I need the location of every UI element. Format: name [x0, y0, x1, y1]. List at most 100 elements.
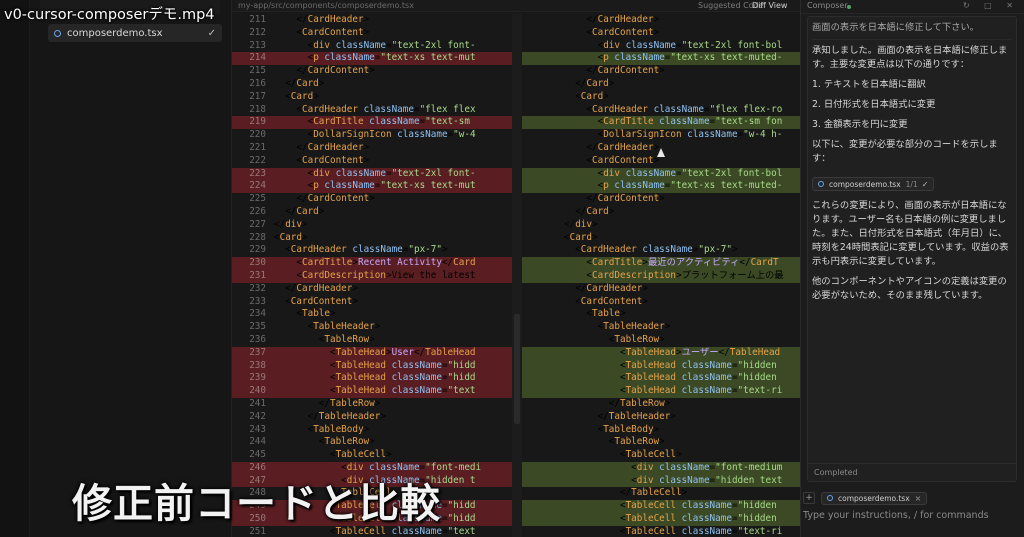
- code-line[interactable]: <Table>: [522, 308, 800, 321]
- code-line[interactable]: </TableHeader>: [522, 411, 800, 424]
- code-line[interactable]: <Card>: [522, 232, 800, 245]
- add-context-button[interactable]: +: [803, 492, 815, 504]
- code-line[interactable]: 242 </TableHeader>: [232, 411, 512, 424]
- code-line[interactable]: 245 <TableCell>: [232, 449, 512, 462]
- line-number: 226: [249, 205, 266, 217]
- code-line[interactable]: <p className="text-xs text-muted-: [522, 180, 800, 194]
- code-line[interactable]: <CardTitle className="text-sm fon: [522, 116, 800, 130]
- file-tab-composerdemo[interactable]: composerdemo.tsx ✓: [48, 24, 222, 42]
- code-text: <TableCell className="text-ri: [564, 525, 783, 537]
- code-line[interactable]: 228 <Card>: [232, 232, 512, 245]
- code-line[interactable]: 223 <div className="text-2xl font-: [232, 167, 512, 181]
- code-line[interactable]: <TableHead className="text-ri: [522, 385, 800, 398]
- context-file-chip[interactable]: composerdemo.tsx ×: [821, 491, 928, 505]
- code-line[interactable]: 236 <TableRow>: [232, 334, 512, 347]
- code-text: <TableCell>: [564, 449, 682, 461]
- code-line[interactable]: <TableRow>: [522, 334, 800, 347]
- code-line[interactable]: 222 <CardContent>: [232, 155, 512, 168]
- code-line[interactable]: <TableHead className="hidden: [522, 359, 800, 373]
- code-line[interactable]: 212 <CardContent>: [232, 27, 512, 40]
- diff-scrollbar[interactable]: [512, 14, 522, 537]
- composer-window-icons[interactable]: ↻ □ ✕: [963, 1, 1019, 10]
- code-line[interactable]: <TableCell className="text-ri: [522, 526, 800, 537]
- code-line[interactable]: 235 <TableHeader>: [232, 321, 512, 334]
- code-line[interactable]: 217 <Card>: [232, 91, 512, 104]
- code-line[interactable]: <TableCell className="hidden: [522, 513, 800, 526]
- suggested-code-pane[interactable]: </CardHeader> <CardContent> <div classNa…: [522, 14, 800, 537]
- code-line[interactable]: 244 <TableRow>: [232, 436, 512, 449]
- line-number: 217: [249, 90, 266, 102]
- code-line[interactable]: </Card>: [522, 78, 800, 91]
- code-line[interactable]: <TableRow>: [522, 436, 800, 449]
- code-line[interactable]: <div className="font-medium: [522, 461, 800, 475]
- close-icon[interactable]: ×: [915, 494, 922, 503]
- code-text: <CardDescription>プラットフォーム上の最: [564, 269, 784, 281]
- code-line[interactable]: 246 <div className="font-medi: [232, 461, 512, 475]
- code-line[interactable]: <CardHeader className="px-7">: [522, 244, 800, 257]
- code-line[interactable]: <p className="text-xs text-muted-: [522, 52, 800, 66]
- code-text: <p className="text-xs text-muted-: [564, 52, 783, 64]
- code-line[interactable]: <Card>: [522, 91, 800, 104]
- code-line[interactable]: </CardHeader>: [522, 283, 800, 296]
- code-line[interactable]: 233 <CardContent>: [232, 296, 512, 309]
- code-line[interactable]: <TableCell>: [522, 449, 800, 462]
- code-line[interactable]: 243 <TableBody>: [232, 424, 512, 437]
- code-line[interactable]: <div className="text-2xl font-bol: [522, 40, 800, 53]
- code-line[interactable]: 215 </CardContent>: [232, 65, 512, 78]
- code-line[interactable]: 240 <TableHead className="text: [232, 385, 512, 398]
- code-line[interactable]: <DollarSignIcon className="w-4 h-: [522, 129, 800, 142]
- code-line[interactable]: </div>: [522, 219, 800, 232]
- code-line[interactable]: 224 <p className="text-xs text-mut: [232, 180, 512, 194]
- code-line[interactable]: </CardContent>: [522, 65, 800, 78]
- code-line[interactable]: 237 <TableHead>User</TableHead: [232, 346, 512, 360]
- code-text: <div className="hidden text: [564, 474, 783, 486]
- line-number: 228: [249, 231, 266, 243]
- code-line[interactable]: <TableHead>ユーザー</TableHead: [522, 346, 800, 360]
- code-text: </TableRow>: [564, 397, 671, 409]
- code-line[interactable]: <TableCell className="hidden: [522, 500, 800, 514]
- scrollbar-thumb[interactable]: [514, 314, 520, 424]
- code-line[interactable]: 218 <CardHeader className="flex flex: [232, 104, 512, 117]
- code-line[interactable]: 234 <Table>: [232, 308, 512, 321]
- code-line[interactable]: </TableCell>: [522, 487, 800, 500]
- code-line[interactable]: 231 <CardDescription>View the latest: [232, 269, 512, 283]
- code-line[interactable]: 225 </CardContent>: [232, 193, 512, 206]
- code-line[interactable]: 211 </CardHeader>: [232, 14, 512, 27]
- instruction-input[interactable]: Type your instructions, / for commands: [803, 508, 1021, 524]
- code-line[interactable]: <TableHeader>: [522, 321, 800, 334]
- code-line[interactable]: 232 </CardHeader>: [232, 283, 512, 296]
- line-number: 233: [249, 295, 266, 307]
- code-line[interactable]: 213 <div className="text-2xl font-: [232, 40, 512, 53]
- code-line[interactable]: 230 <CardTitle>Recent Activity</Card: [232, 257, 512, 270]
- code-line[interactable]: 216 </Card>: [232, 78, 512, 91]
- code-line[interactable]: <CardContent>: [522, 27, 800, 40]
- code-line[interactable]: <TableBody>: [522, 424, 800, 437]
- code-line[interactable]: 220 <DollarSignIcon className="w-4: [232, 129, 512, 142]
- code-line[interactable]: 229 <CardHeader className="px-7">: [232, 244, 512, 257]
- code-line[interactable]: 221 </CardHeader>: [232, 142, 512, 155]
- code-line[interactable]: </CardHeader>: [522, 14, 800, 27]
- code-line[interactable]: 226 </Card>: [232, 206, 512, 219]
- code-line[interactable]: <CardContent>: [522, 296, 800, 309]
- code-line[interactable]: <CardDescription>プラットフォーム上の最: [522, 269, 800, 283]
- code-line[interactable]: 239 <TableHead className="hidd: [232, 372, 512, 386]
- original-code-pane[interactable]: 211 </CardHeader> 212 <CardContent> 213 <d…: [232, 14, 512, 537]
- code-line[interactable]: <CardTitle>最近のアクティビティ</CardT: [522, 257, 800, 270]
- code-line[interactable]: <TableHead className="hidden: [522, 372, 800, 386]
- code-line[interactable]: </Card>: [522, 206, 800, 219]
- code-line[interactable]: <div className="text-2xl font-bol: [522, 167, 800, 181]
- status-dot: [847, 5, 851, 9]
- code-line[interactable]: <div className="hidden text: [522, 474, 800, 488]
- line-number: 216: [249, 77, 266, 89]
- code-line[interactable]: </TableRow>: [522, 398, 800, 411]
- code-line[interactable]: 219 <CardTitle className="text-sm: [232, 116, 512, 130]
- code-line[interactable]: </CardContent>: [522, 193, 800, 206]
- code-line[interactable]: 214 <p className="text-xs text-mut: [232, 52, 512, 66]
- code-line[interactable]: 227 </div>: [232, 219, 512, 232]
- code-text: <TableHeader>: [564, 321, 671, 333]
- diff-view-label[interactable]: Diff View: [752, 0, 787, 12]
- code-line[interactable]: 238 <TableHead className="hidd: [232, 359, 512, 373]
- code-reference-chip[interactable]: composerdemo.tsx 1/1 ✓: [812, 177, 935, 191]
- code-line[interactable]: 241 </TableRow>: [232, 398, 512, 411]
- code-line[interactable]: <CardHeader className="flex flex-ro: [522, 104, 800, 117]
